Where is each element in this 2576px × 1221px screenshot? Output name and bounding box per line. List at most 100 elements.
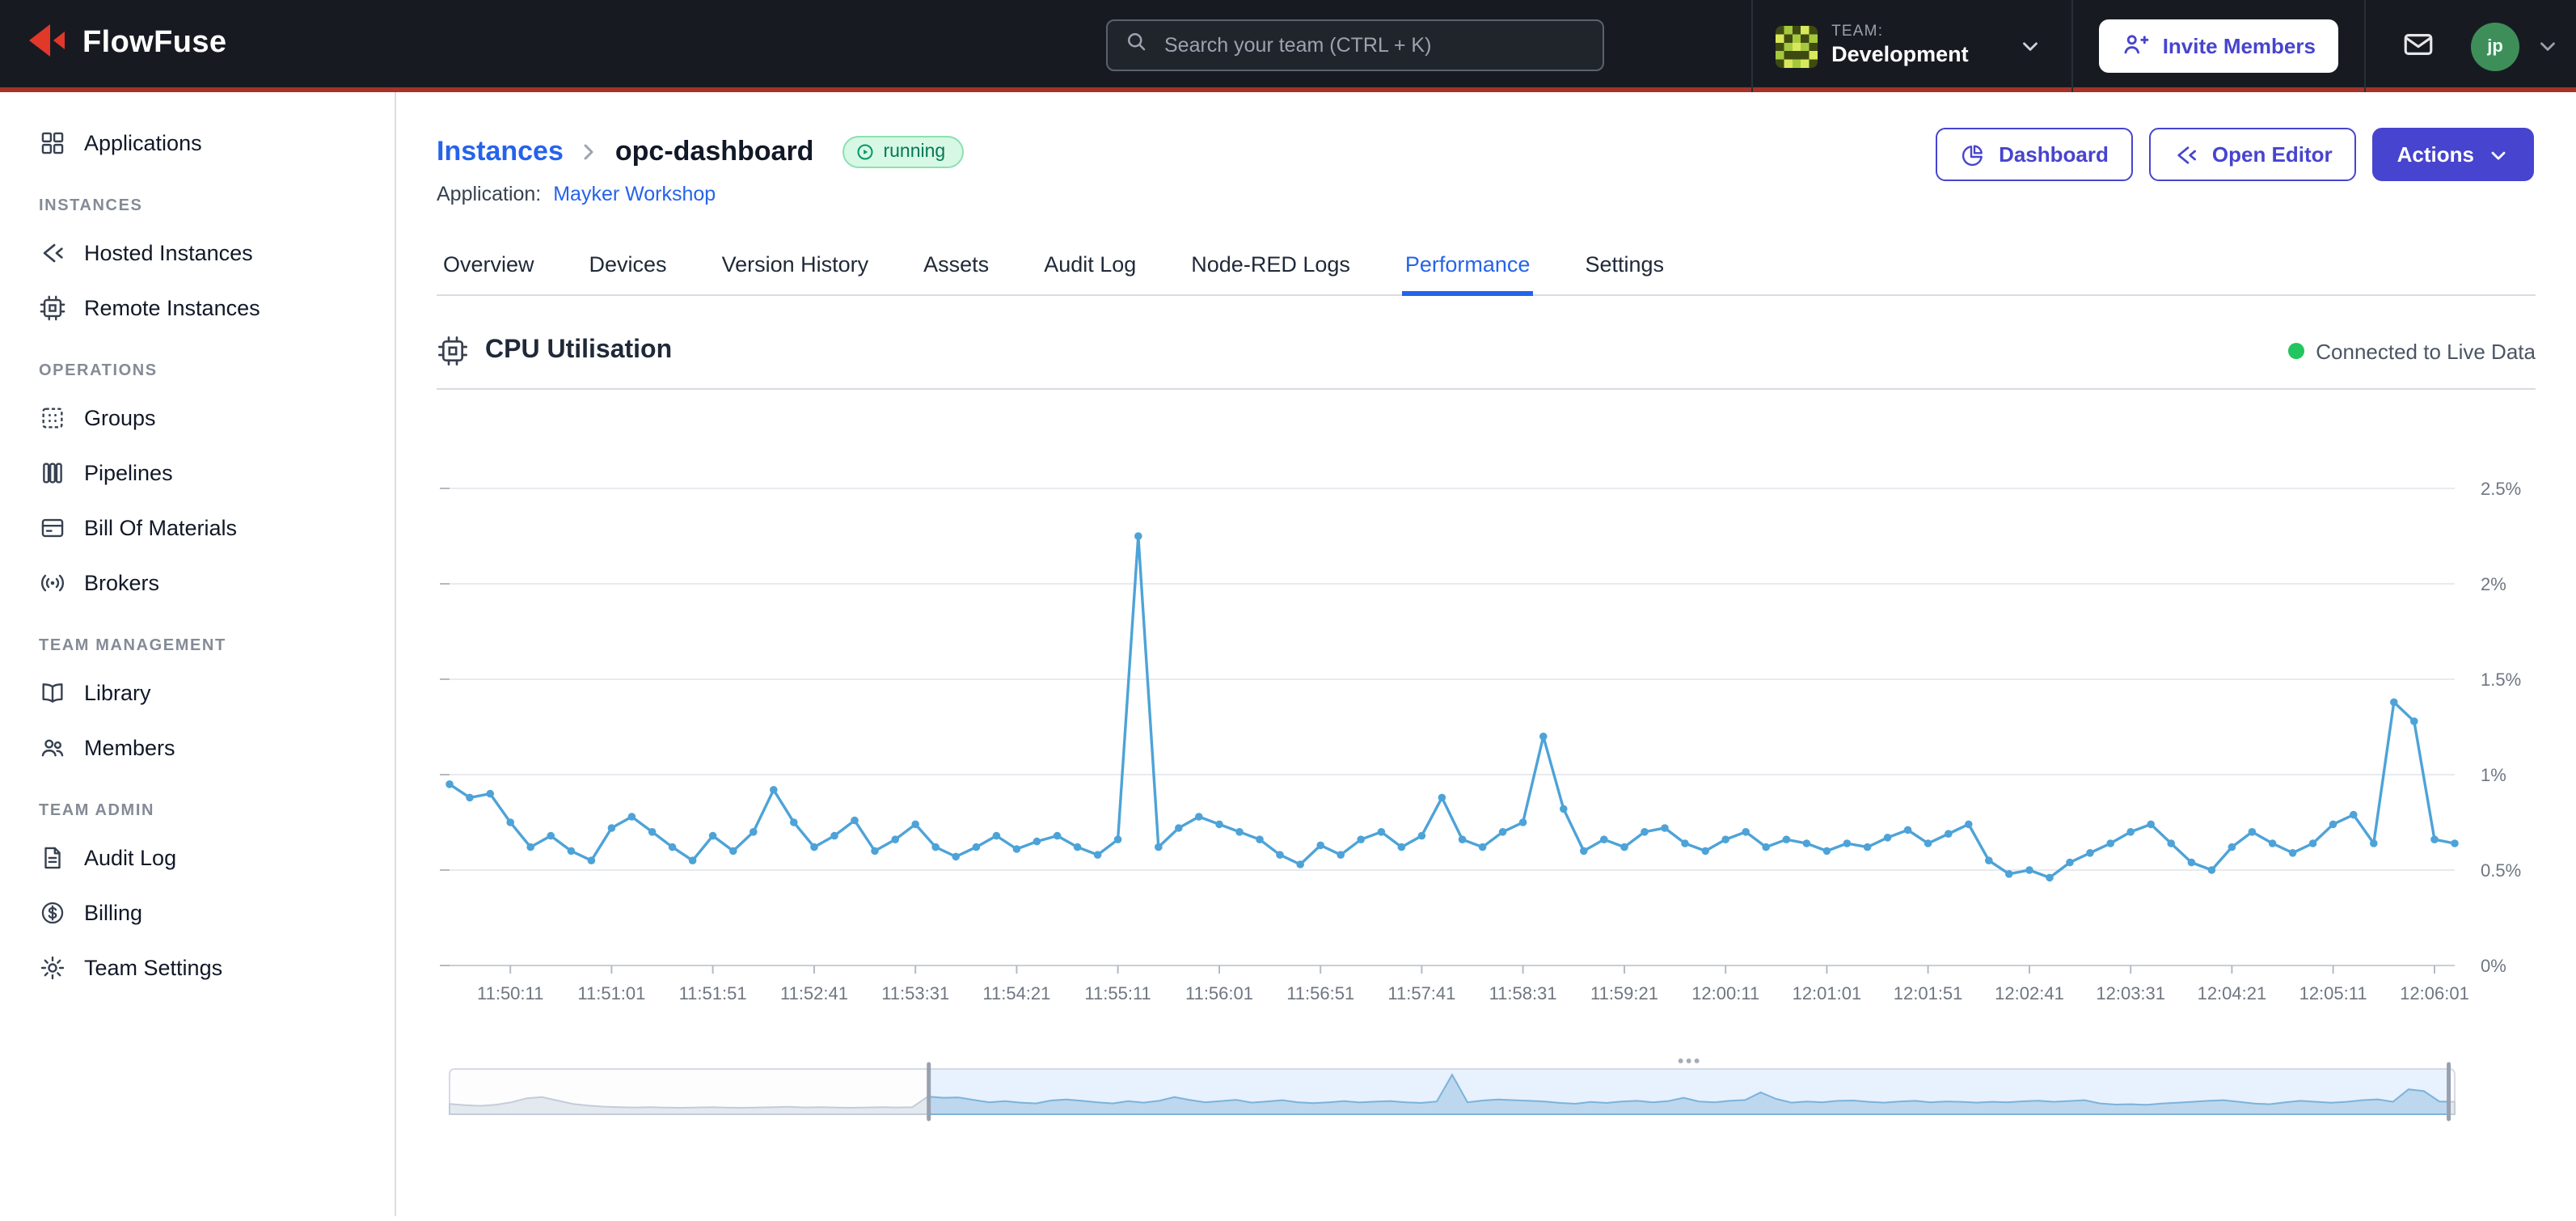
chart-pie-icon [1960, 142, 1986, 167]
svg-text:11:50:11: 11:50:11 [477, 983, 543, 1003]
chart-range-selector[interactable] [437, 1056, 2558, 1124]
svg-text:11:52:41: 11:52:41 [780, 983, 848, 1003]
svg-text:1%: 1% [2481, 765, 2506, 785]
pipelines-icon [39, 458, 66, 486]
chip-icon [39, 294, 66, 321]
team-search [1106, 19, 1604, 71]
running-status-icon [855, 142, 875, 162]
mail-icon [2401, 27, 2435, 65]
svg-text:12:06:01: 12:06:01 [2400, 983, 2469, 1003]
user-avatar[interactable]: jp [2471, 22, 2519, 70]
svg-text:11:57:41: 11:57:41 [1387, 983, 1455, 1003]
sidebar: Applications INSTANCES Hosted Instances [0, 92, 396, 1216]
app-root: FlowFuse [0, 0, 2576, 1221]
svg-text:11:56:01: 11:56:01 [1185, 983, 1253, 1003]
svg-text:12:01:51: 12:01:51 [1894, 983, 1963, 1003]
sidebar-item-billing[interactable]: Billing [0, 885, 395, 940]
application-label: Application: [437, 183, 541, 205]
page-title: opc-dashboard [615, 136, 814, 168]
sidebar-item-hosted-instances[interactable]: Hosted Instances [0, 225, 395, 280]
live-status-text: Connected to Live Data [2316, 339, 2536, 363]
tab-devices[interactable]: Devices [586, 238, 670, 294]
svg-text:12:05:11: 12:05:11 [2299, 983, 2367, 1003]
svg-text:11:55:11: 11:55:11 [1084, 983, 1151, 1003]
svg-text:12:04:21: 12:04:21 [2198, 983, 2267, 1003]
notifications-mail-button[interactable] [2395, 20, 2442, 72]
flowfuse-logo[interactable]: FlowFuse [26, 19, 226, 69]
svg-text:11:58:31: 11:58:31 [1489, 983, 1557, 1003]
open-editor-button-label: Open Editor [2212, 142, 2333, 167]
team-selector[interactable]: TEAM: Development [1752, 0, 2072, 92]
sidebar-item-team-settings[interactable]: Team Settings [0, 940, 395, 995]
navbar-right-cluster: TEAM: Development Invite Members [1750, 0, 2560, 92]
actions-button[interactable]: Actions [2373, 128, 2534, 181]
status-badge-label: running [883, 142, 945, 162]
cpu-utilisation-chart: 0%0.5%1%1.5%2%2.5%11:50:1111:51:0111:51:… [437, 403, 2558, 1020]
svg-text:11:56:51: 11:56:51 [1286, 983, 1354, 1003]
navbar-divider [2072, 0, 2074, 92]
svg-text:2.5%: 2.5% [2481, 479, 2521, 499]
team-name: Development [1831, 42, 1969, 67]
invite-members-label: Invite Members [2163, 34, 2316, 58]
cpu-chip-icon [437, 335, 469, 367]
tab-overview[interactable]: Overview [440, 238, 538, 294]
brokers-broadcast-icon [39, 568, 66, 596]
svg-text:11:53:31: 11:53:31 [881, 983, 949, 1003]
sidebar-item-label: Pipelines [84, 460, 173, 484]
sidebar-item-applications[interactable]: Applications [0, 115, 395, 170]
tab-settings[interactable]: Settings [1581, 238, 1667, 294]
sidebar-item-library[interactable]: Library [0, 665, 395, 720]
breadcrumb-instances-link[interactable]: Instances [437, 136, 564, 168]
svg-text:12:03:31: 12:03:31 [2096, 983, 2165, 1003]
chevron-down-icon [2487, 143, 2510, 166]
svg-text:11:54:21: 11:54:21 [982, 983, 1050, 1003]
tab-node-red-logs[interactable]: Node-RED Logs [1188, 238, 1353, 294]
svg-text:11:59:21: 11:59:21 [1590, 983, 1658, 1003]
tab-bar: Overview Devices Version History Assets … [437, 238, 2536, 296]
sidebar-item-bill-of-materials[interactable]: Bill Of Materials [0, 500, 395, 555]
bill-of-materials-icon [39, 513, 66, 541]
tab-version-history[interactable]: Version History [719, 238, 872, 294]
audit-log-document-icon [39, 843, 66, 871]
sidebar-item-brokers[interactable]: Brokers [0, 555, 395, 610]
sidebar-item-label: Audit Log [84, 845, 176, 869]
sidebar-item-label: Groups [84, 405, 156, 429]
sidebar-item-audit-log[interactable]: Audit Log [0, 830, 395, 885]
sidebar-item-pipelines[interactable]: Pipelines [0, 445, 395, 500]
sidebar-item-members[interactable]: Members [0, 720, 395, 775]
application-row: Application: Mayker Workshop [437, 183, 2576, 205]
application-link[interactable]: Mayker Workshop [553, 183, 716, 205]
groups-icon [39, 403, 66, 431]
hosted-instances-icon [39, 239, 66, 266]
sidebar-item-groups[interactable]: Groups [0, 390, 395, 445]
actions-button-label: Actions [2397, 142, 2474, 167]
tab-audit-log[interactable]: Audit Log [1041, 238, 1139, 294]
user-menu-chevron-icon[interactable] [2536, 34, 2560, 58]
sidebar-item-label: Remote Instances [84, 295, 260, 319]
user-avatar-initials: jp [2487, 36, 2503, 56]
sidebar-item-label: Applications [84, 130, 202, 154]
main-content: Instances opc-dashboard running Applicat… [396, 92, 2576, 1216]
invite-members-button[interactable]: Invite Members [2100, 19, 2338, 73]
sidebar-item-label: Bill Of Materials [84, 515, 237, 539]
svg-text:11:51:01: 11:51:01 [577, 983, 645, 1003]
open-editor-button[interactable]: Open Editor [2149, 128, 2357, 181]
chart-navigator-container [437, 1056, 2576, 1124]
brand-name: FlowFuse [82, 26, 226, 61]
search-input[interactable] [1161, 32, 1586, 58]
tab-performance[interactable]: Performance [1402, 238, 1534, 296]
sidebar-item-label: Hosted Instances [84, 240, 253, 264]
tab-assets[interactable]: Assets [920, 238, 992, 294]
node-red-editor-icon [2173, 142, 2199, 167]
sidebar-item-label: Brokers [84, 570, 159, 594]
dashboard-button-label: Dashboard [1999, 142, 2109, 167]
status-badge: running [842, 136, 963, 168]
svg-text:12:00:11: 12:00:11 [1691, 983, 1759, 1003]
dashboard-button[interactable]: Dashboard [1936, 128, 2133, 181]
chevron-right-icon [576, 139, 602, 165]
chevron-down-icon [2019, 34, 2043, 58]
user-plus-icon [2122, 30, 2150, 62]
members-users-icon [39, 733, 66, 761]
svg-text:0%: 0% [2481, 956, 2506, 976]
sidebar-item-remote-instances[interactable]: Remote Instances [0, 280, 395, 335]
